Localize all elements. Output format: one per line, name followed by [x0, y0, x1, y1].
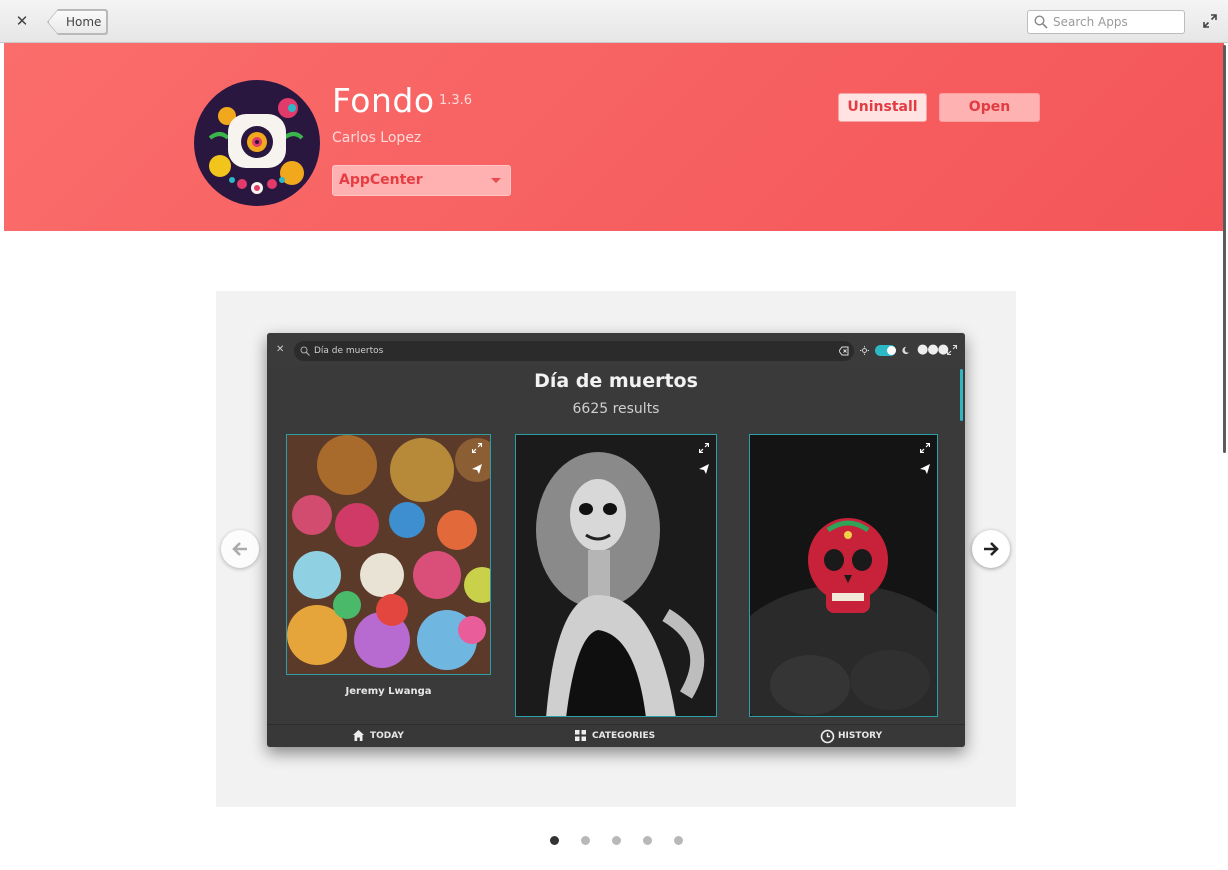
- nav-history: HISTORY: [820, 729, 883, 744]
- app-banner: Fondo 1.3.6 Carlos Lopez AppCenter Unins…: [4, 43, 1224, 231]
- home-button[interactable]: Home: [48, 10, 107, 34]
- screenshot-header: ✕ Día de muertos ●●●: [267, 333, 965, 421]
- moon-icon: [902, 346, 910, 355]
- chevron-down-icon: [491, 178, 501, 183]
- more-icon: ●●●: [917, 342, 949, 357]
- clock-icon: [820, 729, 835, 744]
- nav-today-label: TODAY: [370, 731, 404, 741]
- nav-categories: CATEGORIES: [575, 730, 656, 741]
- expand-icon: [699, 443, 709, 453]
- origin-dropdown[interactable]: AppCenter: [332, 165, 511, 196]
- maximize-icon: [947, 345, 957, 355]
- header-bar: ✕ Home Search Apps: [0, 0, 1228, 43]
- app-author: Carlos Lopez: [332, 130, 422, 146]
- maximize-icon[interactable]: [1203, 14, 1217, 28]
- page-dot[interactable]: [643, 836, 652, 845]
- photo-tile: [515, 434, 717, 717]
- app-screenshot: ✕ Día de muertos ●●● Día de muertos 6625…: [267, 333, 965, 747]
- search-icon: [1034, 15, 1048, 29]
- close-icon[interactable]: ✕: [12, 11, 32, 31]
- app-version: 1.3.6: [439, 93, 473, 108]
- search-placeholder: Search Apps: [1053, 15, 1128, 29]
- screenshot-search-text: Día de muertos: [314, 346, 384, 356]
- screenshot-carousel: ✕ Día de muertos ●●● Día de muertos 6625…: [216, 291, 1016, 807]
- page-dot[interactable]: [674, 836, 683, 845]
- page-dot[interactable]: [581, 836, 590, 845]
- photo-tile: [749, 434, 938, 717]
- arrow-right-icon: [984, 542, 999, 556]
- next-screenshot-button[interactable]: [972, 530, 1010, 568]
- screenshot-results-count: 6625 results: [572, 401, 660, 417]
- search-input[interactable]: Search Apps: [1027, 10, 1185, 34]
- arrow-left-icon: [232, 542, 247, 556]
- sun-icon: [860, 346, 869, 355]
- send-icon: [699, 464, 709, 474]
- nav-categories-label: CATEGORIES: [592, 731, 656, 741]
- toggle-knob: [887, 346, 896, 355]
- carousel-pagination: [548, 836, 688, 848]
- expand-icon: [472, 443, 482, 453]
- scrollbar[interactable]: [1223, 45, 1226, 453]
- home-icon: [353, 730, 364, 741]
- origin-label: AppCenter: [339, 172, 423, 188]
- screenshot-title: Día de muertos: [534, 370, 698, 392]
- nav-history-label: HISTORY: [838, 731, 883, 741]
- skulls-photo: [287, 435, 490, 674]
- uninstall-button[interactable]: Uninstall: [838, 93, 927, 122]
- search-icon: [300, 346, 310, 356]
- nav-today: TODAY: [353, 730, 404, 741]
- page-dot[interactable]: [550, 836, 559, 845]
- grid-icon: [575, 730, 586, 741]
- expand-icon: [920, 443, 930, 453]
- app-icon: [194, 80, 320, 206]
- photo-credit: Jeremy Lwanga: [345, 686, 432, 697]
- close-icon: ✕: [276, 344, 285, 355]
- screenshot-search-field: Día de muertos: [294, 341, 854, 361]
- portrait-photo: [516, 435, 716, 716]
- open-button[interactable]: Open: [939, 93, 1040, 122]
- page-dot[interactable]: [612, 836, 621, 845]
- send-icon: [920, 464, 930, 474]
- previous-screenshot-button[interactable]: [221, 530, 259, 568]
- dark-mode-toggle: [875, 345, 896, 356]
- screenshot-bottom-nav: TODAY CATEGORIES HISTORY: [267, 724, 965, 747]
- app-name: Fondo: [332, 81, 435, 120]
- send-icon: [472, 464, 482, 474]
- red-skull-photo: [750, 435, 937, 716]
- photo-tile: [286, 434, 491, 675]
- clear-icon: [839, 346, 849, 356]
